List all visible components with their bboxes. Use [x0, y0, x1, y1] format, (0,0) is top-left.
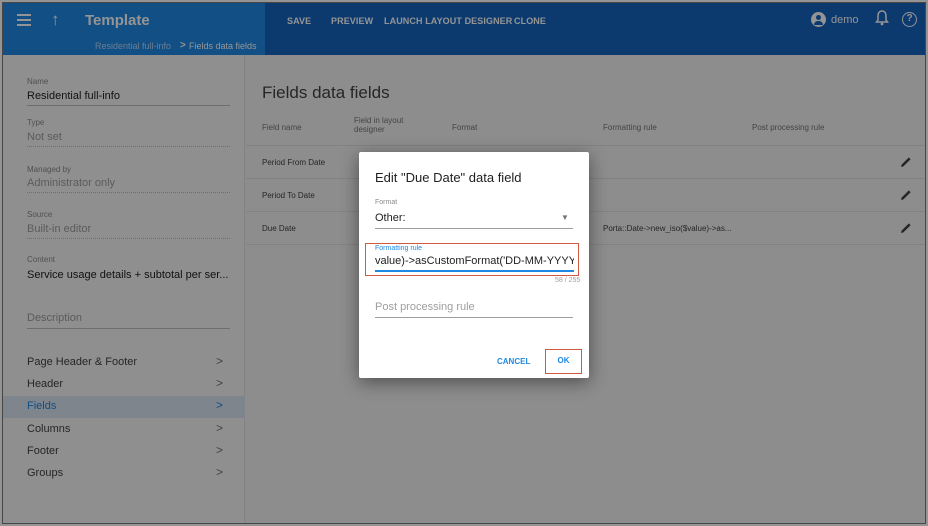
dialog-title: Edit "Due Date" data field — [375, 170, 522, 185]
format-label: Format — [375, 199, 398, 206]
formatting-rule-input[interactable]: value)->asCustomFormat('DD-MM-YYYY') — [375, 255, 574, 272]
format-underline — [375, 228, 573, 229]
ok-button[interactable]: OK — [545, 349, 582, 374]
post-processing-rule-input[interactable]: Post processing rule — [375, 301, 475, 313]
character-counter: 58 / 255 — [555, 277, 581, 284]
edit-data-field-dialog: Edit "Due Date" data field Format Other:… — [359, 152, 589, 378]
cancel-button[interactable]: CANCEL — [497, 357, 530, 366]
dropdown-caret-icon[interactable]: ▼ — [561, 213, 569, 222]
formatting-rule-label: Formatting rule — [375, 245, 423, 252]
post-processing-underline — [375, 317, 573, 318]
format-select[interactable]: Other: — [375, 212, 406, 224]
